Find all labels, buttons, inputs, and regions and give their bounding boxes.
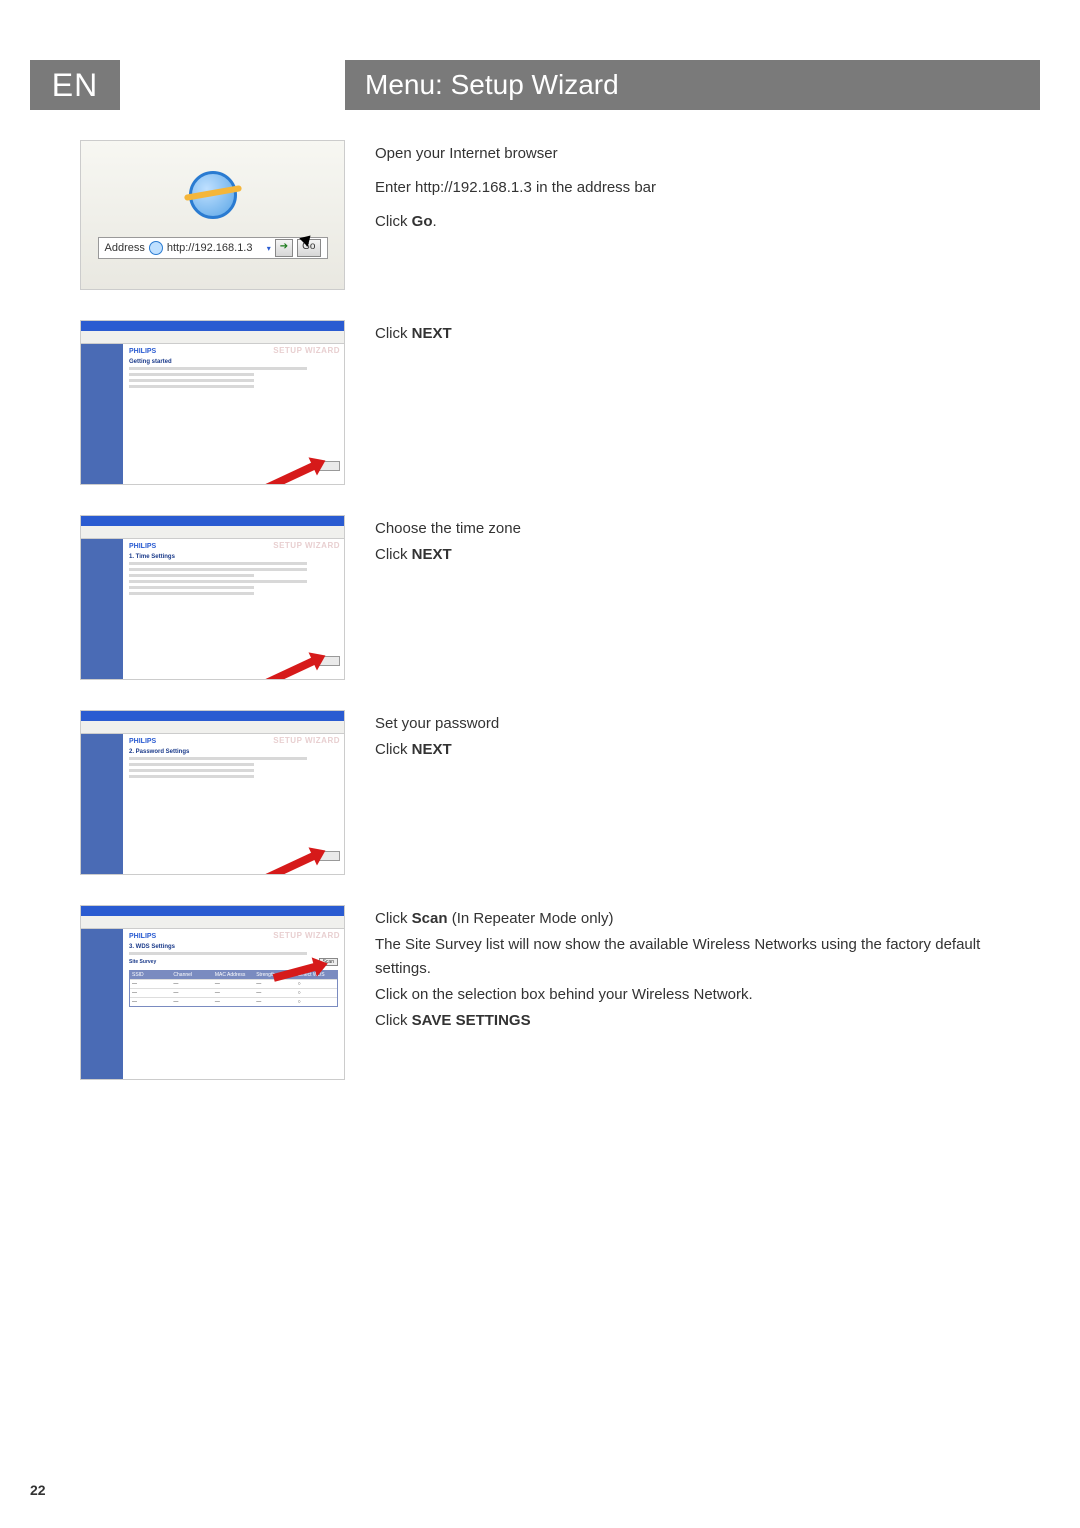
- instr-select-network: Click on the selection box behind your W…: [375, 983, 1040, 1007]
- red-arrow-icon: [264, 849, 322, 875]
- step-2-instructions: Click NEXT: [375, 320, 1040, 356]
- screenshot-browser: Address http://192.168.1.3 ▾ ➔ Go: [80, 140, 345, 290]
- address-label: Address: [105, 242, 145, 254]
- wizard-heading: 1. Time Settings: [129, 554, 338, 560]
- setup-wizard-watermark: SETUP WIZARD: [273, 736, 340, 745]
- instr-open-browser: Open your Internet browser: [375, 142, 1040, 166]
- address-bar: Address http://192.168.1.3 ▾ ➔ Go: [98, 237, 328, 259]
- red-arrow-icon: [264, 654, 322, 680]
- step-5-instructions: Click Scan (In Repeater Mode only) The S…: [375, 905, 1040, 1043]
- step-4: PHILIPS SETUP WIZARD 2. Password Setting…: [80, 710, 1040, 875]
- dropdown-icon: ▾: [267, 244, 271, 253]
- instr-choose-timezone: Choose the time zone: [375, 517, 1040, 541]
- site-survey-label: Site Survey: [129, 959, 156, 965]
- screenshot-wizard-wds: PHILIPS SETUP WIZARD 3. WDS Settings Sit…: [80, 905, 345, 1080]
- step-1: Address http://192.168.1.3 ▾ ➔ Go Open y…: [80, 140, 1040, 290]
- instr-click-next-3: Click NEXT: [375, 738, 1040, 762]
- step-2: PHILIPS SETUP WIZARD Getting started Cli…: [80, 320, 1040, 485]
- page-title: Menu: Setup Wizard: [345, 60, 1040, 110]
- page-number: 22: [30, 1482, 46, 1498]
- step-5: PHILIPS SETUP WIZARD 3. WDS Settings Sit…: [80, 905, 1040, 1080]
- step-3-instructions: Choose the time zone Click NEXT: [375, 515, 1040, 577]
- instr-enter-url: Enter http://192.168.1.3 in the address …: [375, 176, 1040, 200]
- screenshot-wizard-time: PHILIPS SETUP WIZARD 1. Time Settings: [80, 515, 345, 680]
- page-icon: [149, 241, 163, 255]
- instr-site-survey: The Site Survey list will now show the a…: [375, 933, 1040, 981]
- instr-click-scan: Click Scan (In Repeater Mode only): [375, 907, 1040, 931]
- step-4-instructions: Set your password Click NEXT: [375, 710, 1040, 772]
- setup-wizard-watermark: SETUP WIZARD: [273, 541, 340, 550]
- step-3: PHILIPS SETUP WIZARD 1. Time Settings: [80, 515, 1040, 680]
- go-arrow-icon: ➔: [275, 239, 293, 257]
- setup-wizard-watermark: SETUP WIZARD: [273, 346, 340, 355]
- instr-click-next-2: Click NEXT: [375, 543, 1040, 567]
- step-1-instructions: Open your Internet browser Enter http://…: [375, 140, 1040, 244]
- wizard-heading: Getting started: [129, 359, 338, 365]
- screenshot-wizard-password: PHILIPS SETUP WIZARD 2. Password Setting…: [80, 710, 345, 875]
- wizard-heading: 3. WDS Settings: [129, 944, 338, 950]
- address-url: http://192.168.1.3: [167, 242, 263, 254]
- instr-click-save: Click SAVE SETTINGS: [375, 1009, 1040, 1033]
- wizard-heading: 2. Password Settings: [129, 749, 338, 755]
- language-badge: EN: [30, 60, 120, 110]
- instr-set-password: Set your password: [375, 712, 1040, 736]
- site-survey-table: SSID Channel MAC Address Strength Select…: [129, 970, 338, 1007]
- setup-wizard-watermark: SETUP WIZARD: [273, 931, 340, 940]
- go-button: Go: [297, 239, 320, 257]
- red-arrow-icon: [264, 459, 322, 485]
- screenshot-wizard-start: PHILIPS SETUP WIZARD Getting started: [80, 320, 345, 485]
- ie-icon: [189, 171, 237, 219]
- instr-click-go: Click Go.: [375, 210, 1040, 234]
- instr-click-next-1: Click NEXT: [375, 322, 1040, 346]
